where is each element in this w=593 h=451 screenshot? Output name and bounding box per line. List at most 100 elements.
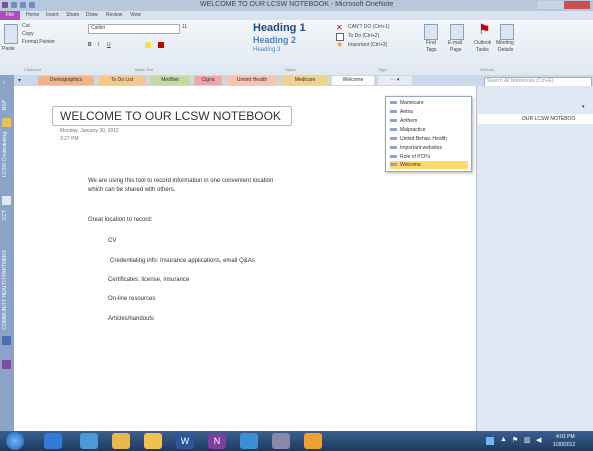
style-heading-2[interactable]: Heading 2	[253, 35, 296, 45]
clock-time[interactable]: 4:01 PM	[556, 434, 575, 440]
tab-review[interactable]: Review	[106, 12, 122, 18]
more-sections-button[interactable]: ⋯ ▾	[378, 76, 412, 85]
basic-text-group-label: Basic Text	[135, 67, 154, 72]
dropdown-item-malpractice[interactable]: Malpractice	[390, 126, 468, 134]
tag-important[interactable]: Important (Ctrl+3)	[348, 42, 387, 48]
back-icon[interactable]	[11, 2, 17, 8]
expand-notebooks-icon[interactable]: ›	[3, 80, 5, 86]
collapse-icon[interactable]: ▾	[18, 77, 21, 84]
tag-to-do[interactable]: To Do (Ctrl+2)	[348, 33, 379, 39]
great-location-text[interactable]: Great location to record:	[88, 217, 152, 223]
format-painter-button[interactable]: Format Painter	[22, 39, 55, 45]
flag-icon[interactable]: ⚑	[512, 436, 518, 444]
list-item[interactable]: CV	[108, 238, 116, 244]
taskbar-ie-icon[interactable]	[240, 433, 258, 449]
tag-cant-do[interactable]: CAN'T DO (Ctrl+1)	[348, 24, 390, 30]
section-tab-mednet[interactable]: MedNet	[150, 76, 190, 85]
section-icon	[390, 163, 397, 167]
section-icon	[390, 110, 397, 114]
section-icon	[390, 119, 397, 123]
tab-share[interactable]: Share	[66, 12, 79, 18]
underline-button[interactable]: U	[107, 42, 111, 48]
list-item[interactable]: Certificates: license, insurance	[108, 277, 189, 283]
minimize-button[interactable]	[538, 1, 551, 9]
page-title[interactable]: WELCOME TO OUR LCSW NOTEBOOK	[60, 109, 281, 123]
find-tags-icon[interactable]	[424, 24, 438, 40]
tab-insert[interactable]: Insert	[46, 12, 59, 18]
section-tab-demographics[interactable]: Demographics	[38, 76, 94, 85]
notebook-tab-chp[interactable]: COMMUNITY HEALTH PARTNERS	[2, 250, 12, 330]
taskbar-app-icon[interactable]	[80, 433, 98, 449]
style-heading-1[interactable]: Heading 1	[253, 22, 306, 34]
email-page-icon[interactable]	[450, 24, 464, 40]
page-time: 3:27 PM	[60, 136, 79, 142]
taskbar-onenote-icon[interactable]: N	[208, 433, 226, 449]
dropdown-item-united-behav-health[interactable]: United Behav. Health	[390, 135, 468, 143]
dropdown-item-role-of-pcps[interactable]: Role of PCPs	[390, 153, 468, 161]
outlook-label: Outlook	[474, 40, 492, 46]
volume-icon[interactable]: ◀	[536, 436, 541, 444]
section-icon	[390, 146, 397, 150]
undo-icon[interactable]	[20, 2, 26, 8]
clock-date[interactable]: 1/30/2012	[553, 442, 575, 448]
outlook-tasks-flag-icon[interactable]: ⚑	[478, 22, 491, 36]
dock-icon[interactable]	[29, 2, 35, 8]
notebook-tab-lcsw[interactable]: LCSW Credentialing	[2, 132, 12, 177]
highlight-icon[interactable]	[145, 42, 151, 48]
dropdown-item-aetna[interactable]: Aetna	[390, 108, 468, 116]
taskbar-app-icon[interactable]	[112, 433, 130, 449]
tab-view[interactable]: View	[130, 12, 141, 18]
notebook-tab-cct[interactable]: CCT	[2, 210, 12, 220]
start-button[interactable]	[6, 432, 24, 450]
paste-icon[interactable]	[4, 24, 18, 44]
network-icon[interactable]: ▥	[524, 436, 531, 444]
tray-icon[interactable]	[486, 437, 494, 445]
taskbar-folder-icon[interactable]	[144, 433, 162, 449]
meeting-details-icon[interactable]	[500, 24, 514, 40]
list-item[interactable]: Articles/handouts	[108, 316, 154, 322]
cut-button[interactable]: Cut	[22, 23, 30, 29]
close-button[interactable]	[564, 1, 590, 9]
taskbar-app-icon[interactable]	[272, 433, 290, 449]
tray-arrow-icon[interactable]: ▲	[500, 436, 507, 443]
section-tab-cigna[interactable]: Cigna	[194, 76, 222, 85]
page-list-pane	[476, 86, 593, 431]
notebook-tab-nsp[interactable]: NSP	[2, 100, 12, 110]
bold-button[interactable]: B	[88, 42, 92, 48]
tab-file[interactable]: File	[0, 11, 20, 20]
title-bar: WELCOME TO OUR LCSW NOTEBOOK - Microsoft…	[0, 0, 593, 11]
section-tab-united-health[interactable]: United Health	[226, 76, 278, 85]
maximize-button[interactable]	[551, 1, 564, 9]
clipboard-group-label: Clipboard	[24, 67, 42, 72]
font-size-field[interactable]: 11	[182, 24, 187, 30]
font-name-field[interactable]: Calibri	[88, 24, 180, 34]
list-item[interactable]: On-line resources	[108, 296, 155, 302]
dropdown-item-anthem[interactable]: Anthem	[390, 117, 468, 125]
taskbar-word-icon[interactable]: W	[176, 433, 194, 449]
copy-button[interactable]: Copy	[22, 31, 34, 37]
intro-line-2[interactable]: which can be shared with others.	[88, 187, 175, 193]
page-list-item[interactable]: OUR LCSW NOTEBOO	[478, 114, 593, 124]
section-tab-welcome[interactable]: Welcome	[332, 76, 374, 85]
pane-menu-icon[interactable]: ▾	[582, 104, 585, 110]
section-icon	[390, 155, 397, 159]
section-tab-medicare[interactable]: Medicare	[282, 76, 328, 85]
tab-home[interactable]: Home	[26, 12, 39, 18]
section-icon	[390, 128, 397, 132]
font-color-icon[interactable]	[158, 42, 164, 48]
section-icon	[390, 101, 397, 105]
dropdown-item-mamecare[interactable]: Mamecare	[390, 99, 468, 107]
tab-draw[interactable]: Draw	[86, 12, 98, 18]
dropdown-item-important-websites[interactable]: Important websites	[390, 144, 468, 152]
find-label: Find	[426, 40, 436, 46]
intro-line-1[interactable]: We are using this tool to record informa…	[88, 178, 273, 184]
outlook-group-label: Outlook	[480, 67, 494, 72]
list-item[interactable]: Credentialing info: Insurance applicatio…	[110, 258, 255, 264]
styles-group-label: Styles	[285, 67, 296, 72]
dropdown-item-welcome[interactable]: Welcome	[390, 161, 468, 169]
section-tab-to-do-list[interactable]: To Do List	[98, 76, 146, 85]
italic-button[interactable]: I	[98, 42, 99, 48]
taskbar-app-icon[interactable]	[44, 433, 62, 449]
style-heading-3[interactable]: Heading 3	[253, 47, 280, 53]
taskbar-app-icon[interactable]	[304, 433, 322, 449]
